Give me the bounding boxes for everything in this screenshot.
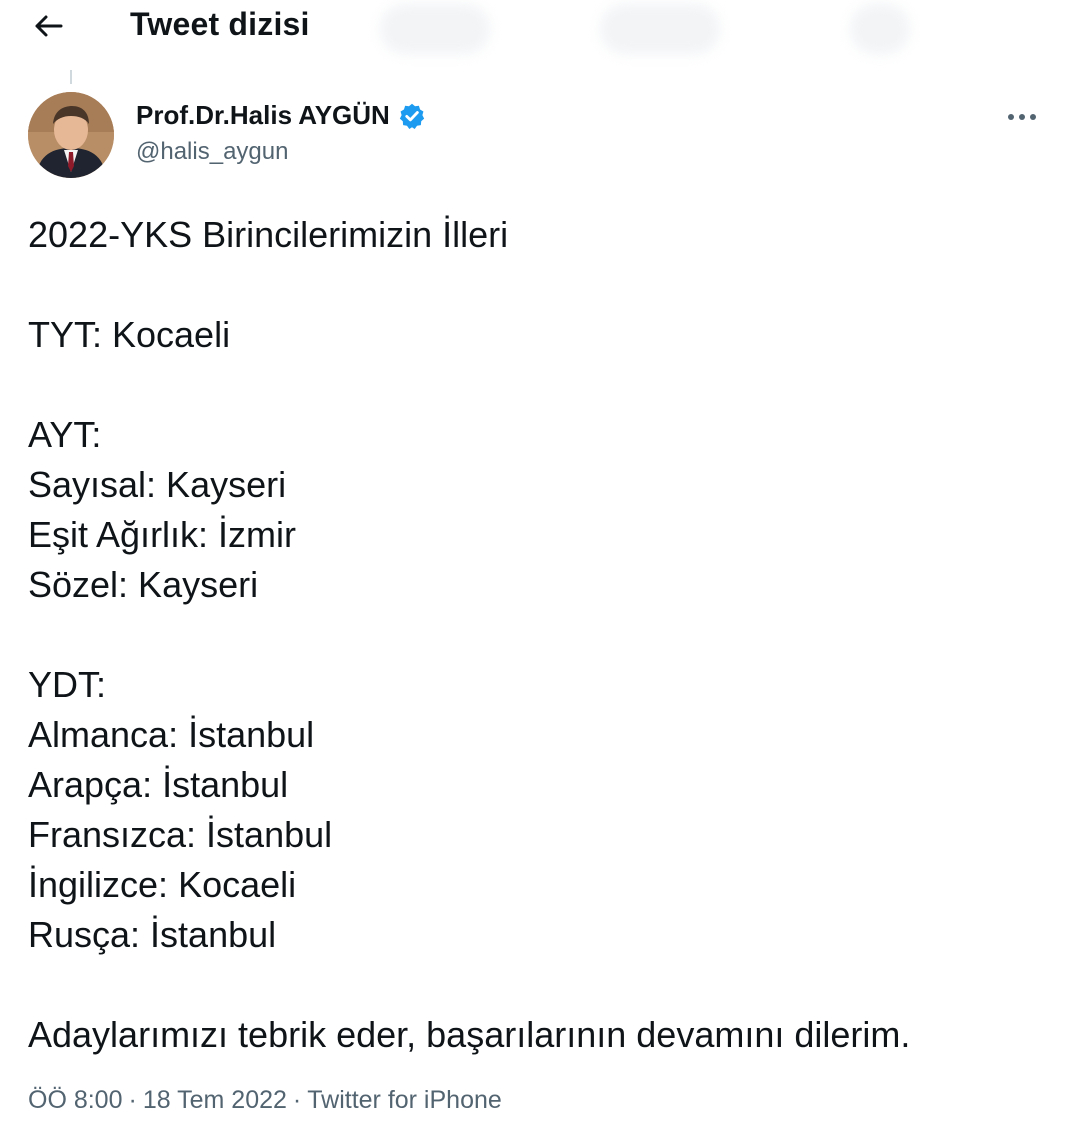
tweet-line: AYT: bbox=[28, 414, 102, 455]
tweet-text: 2022-YKS Birincilerimizin İlleri TYT: Ko… bbox=[28, 210, 1048, 1060]
author-handle[interactable]: @halis_aygun bbox=[136, 138, 288, 166]
page-title: Tweet dizisi bbox=[130, 6, 310, 42]
thread-connector bbox=[70, 70, 72, 84]
tweet-line: Sayısal: Kayseri bbox=[28, 464, 287, 505]
tweet-line: Rusça: İstanbul bbox=[28, 914, 277, 955]
tweet-line: 2022-YKS Birincilerimizin İlleri bbox=[28, 214, 509, 255]
more-horizontal-icon bbox=[1008, 114, 1036, 120]
top-bar: Tweet dizisi bbox=[0, 0, 1080, 62]
verified-badge-icon bbox=[399, 103, 424, 129]
tweet-meta: ÖÖ 8:00 · 18 Tem 2022 · Twitter for iPho… bbox=[28, 1086, 502, 1115]
back-button[interactable] bbox=[26, 6, 70, 46]
tweet-line: Arapça: İstanbul bbox=[28, 764, 289, 805]
author-name-row[interactable]: Prof.Dr.Halis AYGÜN bbox=[136, 100, 426, 131]
tweet-line: Adaylarımızı tebrik eder, başarılarının … bbox=[28, 1014, 911, 1055]
more-options-button[interactable] bbox=[1000, 102, 1044, 132]
avatar[interactable] bbox=[28, 92, 114, 178]
tweet-line: İngilizce: Kocaeli bbox=[28, 864, 297, 905]
tweet-line: TYT: Kocaeli bbox=[28, 314, 231, 355]
tweet-line: Almanca: İstanbul bbox=[28, 714, 315, 755]
tweet-line: Eşit Ağırlık: İzmir bbox=[28, 514, 297, 555]
tweet-source[interactable]: Twitter for iPhone bbox=[307, 1086, 502, 1115]
arrow-left-icon bbox=[35, 15, 63, 37]
tweet-time[interactable]: ÖÖ 8:00 bbox=[28, 1086, 123, 1115]
author-name[interactable]: Prof.Dr.Halis AYGÜN bbox=[136, 100, 390, 131]
avatar-image bbox=[28, 92, 114, 178]
meta-separator: · bbox=[292, 1086, 302, 1114]
blurred-region bbox=[850, 4, 910, 54]
blurred-region bbox=[600, 4, 720, 54]
blurred-region bbox=[380, 4, 490, 54]
tweet-date[interactable]: 18 Tem 2022 bbox=[143, 1086, 287, 1115]
tweet-line: YDT: bbox=[28, 664, 107, 705]
tweet-line: Fransızca: İstanbul bbox=[28, 814, 333, 855]
tweet-line: Sözel: Kayseri bbox=[28, 564, 259, 605]
meta-separator: · bbox=[128, 1086, 137, 1114]
